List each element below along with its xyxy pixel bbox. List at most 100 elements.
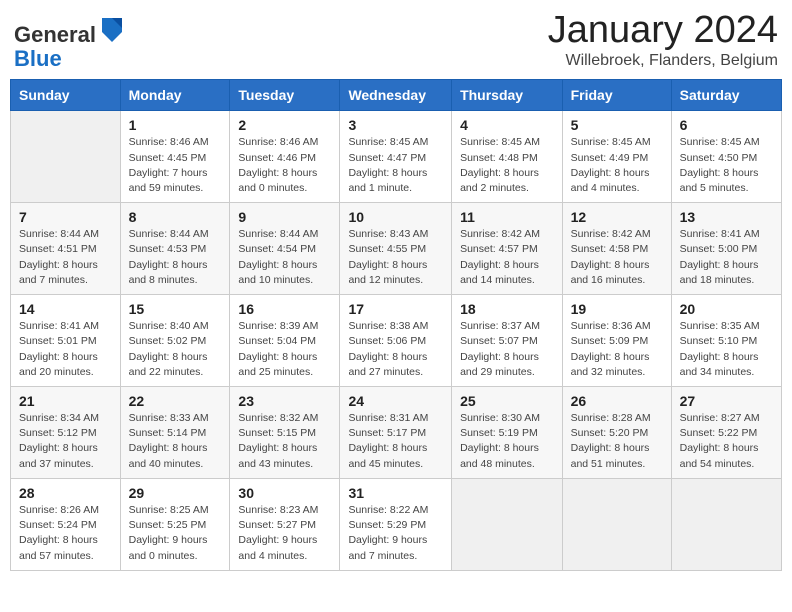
calendar-cell: 20Sunrise: 8:35 AM Sunset: 5:10 PM Dayli… bbox=[671, 295, 781, 387]
day-info: Sunrise: 8:38 AM Sunset: 5:06 PM Dayligh… bbox=[348, 319, 443, 380]
week-row-2: 7 Sunrise: 8:44 AM Sunset: 4:51 PM Daylig… bbox=[11, 203, 782, 295]
calendar-cell: 29 Sunrise: 8:25 AM Sunset: 5:25 PM Dayli… bbox=[120, 478, 230, 570]
header-cell-wednesday: Wednesday bbox=[340, 80, 452, 111]
logo-general-text: General bbox=[14, 22, 96, 47]
day-number: 30 bbox=[238, 485, 331, 501]
day-number: 28 bbox=[19, 485, 112, 501]
day-info: Sunrise: 8:28 AM Sunset: 5:20 PM Dayligh… bbox=[571, 411, 663, 472]
calendar-cell: 8 Sunrise: 8:44 AM Sunset: 4:53 PM Daylig… bbox=[120, 203, 230, 295]
calendar-cell: 18Sunrise: 8:37 AM Sunset: 5:07 PM Dayli… bbox=[452, 295, 563, 387]
header-cell-monday: Monday bbox=[120, 80, 230, 111]
calendar-cell: 1 Sunrise: 8:46 AM Sunset: 4:45 PM Daylig… bbox=[120, 111, 230, 203]
calendar-cell: 24Sunrise: 8:31 AM Sunset: 5:17 PM Dayli… bbox=[340, 387, 452, 479]
day-info: Sunrise: 8:30 AM Sunset: 5:19 PM Dayligh… bbox=[460, 411, 554, 472]
day-number: 29 bbox=[129, 485, 222, 501]
day-info: Sunrise: 8:40 AM Sunset: 5:02 PM Dayligh… bbox=[129, 319, 222, 380]
day-info: Sunrise: 8:31 AM Sunset: 5:17 PM Dayligh… bbox=[348, 411, 443, 472]
calendar-cell: 25 Sunrise: 8:30 AM Sunset: 5:19 PM Dayli… bbox=[452, 387, 563, 479]
calendar-cell: 10Sunrise: 8:43 AM Sunset: 4:55 PM Dayli… bbox=[340, 203, 452, 295]
week-row-5: 28 Sunrise: 8:26 AM Sunset: 5:24 PM Dayli… bbox=[11, 478, 782, 570]
header-cell-tuesday: Tuesday bbox=[230, 80, 340, 111]
day-info: Sunrise: 8:23 AM Sunset: 5:27 PM Dayligh… bbox=[238, 503, 331, 564]
calendar-cell: 31Sunrise: 8:22 AM Sunset: 5:29 PM Dayli… bbox=[340, 478, 452, 570]
header-cell-thursday: Thursday bbox=[452, 80, 563, 111]
day-info: Sunrise: 8:37 AM Sunset: 5:07 PM Dayligh… bbox=[460, 319, 554, 380]
day-info: Sunrise: 8:45 AM Sunset: 4:50 PM Dayligh… bbox=[680, 135, 773, 196]
calendar-cell: 28 Sunrise: 8:26 AM Sunset: 5:24 PM Dayli… bbox=[11, 478, 121, 570]
day-number: 22 bbox=[129, 393, 222, 409]
calendar-cell: 14Sunrise: 8:41 AM Sunset: 5:01 PM Dayli… bbox=[11, 295, 121, 387]
calendar-cell: 7 Sunrise: 8:44 AM Sunset: 4:51 PM Daylig… bbox=[11, 203, 121, 295]
day-info: Sunrise: 8:26 AM Sunset: 5:24 PM Dayligh… bbox=[19, 503, 112, 564]
calendar-cell: 19Sunrise: 8:36 AM Sunset: 5:09 PM Dayli… bbox=[562, 295, 671, 387]
calendar-cell: 30 Sunrise: 8:23 AM Sunset: 5:27 PM Dayli… bbox=[230, 478, 340, 570]
calendar-cell bbox=[452, 478, 563, 570]
day-number: 6 bbox=[680, 117, 773, 133]
month-title: January 2024 bbox=[548, 10, 778, 52]
day-number: 23 bbox=[238, 393, 331, 409]
title-area: January 2024 Willebroek, Flanders, Belgi… bbox=[548, 10, 778, 70]
day-info: Sunrise: 8:27 AM Sunset: 5:22 PM Dayligh… bbox=[680, 411, 773, 472]
calendar-cell: 6 Sunrise: 8:45 AM Sunset: 4:50 PM Daylig… bbox=[671, 111, 781, 203]
day-number: 27 bbox=[680, 393, 773, 409]
header-cell-friday: Friday bbox=[562, 80, 671, 111]
calendar-cell: 22 Sunrise: 8:33 AM Sunset: 5:14 PM Dayli… bbox=[120, 387, 230, 479]
calendar-cell: 4Sunrise: 8:45 AM Sunset: 4:48 PM Daylig… bbox=[452, 111, 563, 203]
logo-blue-text: Blue bbox=[14, 46, 62, 71]
day-number: 12 bbox=[571, 209, 663, 225]
day-number: 16 bbox=[238, 301, 331, 317]
day-number: 11 bbox=[460, 209, 554, 225]
day-number: 9 bbox=[238, 209, 331, 225]
logo-icon bbox=[98, 14, 126, 42]
day-info: Sunrise: 8:41 AM Sunset: 5:00 PM Dayligh… bbox=[680, 227, 773, 288]
calendar-cell: 23 Sunrise: 8:32 AM Sunset: 5:15 PM Dayli… bbox=[230, 387, 340, 479]
day-number: 19 bbox=[571, 301, 663, 317]
calendar-header: SundayMondayTuesdayWednesdayThursdayFrid… bbox=[11, 80, 782, 111]
day-number: 26 bbox=[571, 393, 663, 409]
day-info: Sunrise: 8:41 AM Sunset: 5:01 PM Dayligh… bbox=[19, 319, 112, 380]
day-number: 15 bbox=[129, 301, 222, 317]
day-info: Sunrise: 8:32 AM Sunset: 5:15 PM Dayligh… bbox=[238, 411, 331, 472]
calendar-cell: 21Sunrise: 8:34 AM Sunset: 5:12 PM Dayli… bbox=[11, 387, 121, 479]
day-number: 7 bbox=[19, 209, 112, 225]
week-row-1: 1 Sunrise: 8:46 AM Sunset: 4:45 PM Daylig… bbox=[11, 111, 782, 203]
day-info: Sunrise: 8:46 AM Sunset: 4:45 PM Dayligh… bbox=[129, 135, 222, 196]
calendar-cell: 15 Sunrise: 8:40 AM Sunset: 5:02 PM Dayli… bbox=[120, 295, 230, 387]
day-info: Sunrise: 8:45 AM Sunset: 4:47 PM Dayligh… bbox=[348, 135, 443, 196]
calendar-cell bbox=[671, 478, 781, 570]
calendar-cell: 11 Sunrise: 8:42 AM Sunset: 4:57 PM Dayli… bbox=[452, 203, 563, 295]
calendar-cell: 17 Sunrise: 8:38 AM Sunset: 5:06 PM Dayli… bbox=[340, 295, 452, 387]
day-info: Sunrise: 8:42 AM Sunset: 4:57 PM Dayligh… bbox=[460, 227, 554, 288]
day-number: 25 bbox=[460, 393, 554, 409]
day-number: 17 bbox=[348, 301, 443, 317]
calendar-cell: 5Sunrise: 8:45 AM Sunset: 4:49 PM Daylig… bbox=[562, 111, 671, 203]
day-number: 1 bbox=[129, 117, 222, 133]
day-number: 13 bbox=[680, 209, 773, 225]
day-info: Sunrise: 8:39 AM Sunset: 5:04 PM Dayligh… bbox=[238, 319, 331, 380]
day-info: Sunrise: 8:44 AM Sunset: 4:53 PM Dayligh… bbox=[129, 227, 222, 288]
day-number: 10 bbox=[348, 209, 443, 225]
day-info: Sunrise: 8:35 AM Sunset: 5:10 PM Dayligh… bbox=[680, 319, 773, 380]
day-info: Sunrise: 8:44 AM Sunset: 4:54 PM Dayligh… bbox=[238, 227, 331, 288]
day-info: Sunrise: 8:22 AM Sunset: 5:29 PM Dayligh… bbox=[348, 503, 443, 564]
location: Willebroek, Flanders, Belgium bbox=[548, 52, 778, 70]
calendar-body: 1 Sunrise: 8:46 AM Sunset: 4:45 PM Daylig… bbox=[11, 111, 782, 570]
week-row-3: 14Sunrise: 8:41 AM Sunset: 5:01 PM Dayli… bbox=[11, 295, 782, 387]
day-info: Sunrise: 8:33 AM Sunset: 5:14 PM Dayligh… bbox=[129, 411, 222, 472]
calendar-table: SundayMondayTuesdayWednesdayThursdayFrid… bbox=[10, 79, 782, 570]
day-number: 3 bbox=[348, 117, 443, 133]
header-cell-sunday: Sunday bbox=[11, 80, 121, 111]
calendar-cell bbox=[562, 478, 671, 570]
day-number: 4 bbox=[460, 117, 554, 133]
calendar-cell: 26 Sunrise: 8:28 AM Sunset: 5:20 PM Dayli… bbox=[562, 387, 671, 479]
day-info: Sunrise: 8:25 AM Sunset: 5:25 PM Dayligh… bbox=[129, 503, 222, 564]
day-info: Sunrise: 8:44 AM Sunset: 4:51 PM Dayligh… bbox=[19, 227, 112, 288]
calendar-cell: 2 Sunrise: 8:46 AM Sunset: 4:46 PM Daylig… bbox=[230, 111, 340, 203]
day-number: 2 bbox=[238, 117, 331, 133]
day-number: 8 bbox=[129, 209, 222, 225]
day-info: Sunrise: 8:45 AM Sunset: 4:49 PM Dayligh… bbox=[571, 135, 663, 196]
header-row: SundayMondayTuesdayWednesdayThursdayFrid… bbox=[11, 80, 782, 111]
header-cell-saturday: Saturday bbox=[671, 80, 781, 111]
day-info: Sunrise: 8:46 AM Sunset: 4:46 PM Dayligh… bbox=[238, 135, 331, 196]
week-row-4: 21Sunrise: 8:34 AM Sunset: 5:12 PM Dayli… bbox=[11, 387, 782, 479]
